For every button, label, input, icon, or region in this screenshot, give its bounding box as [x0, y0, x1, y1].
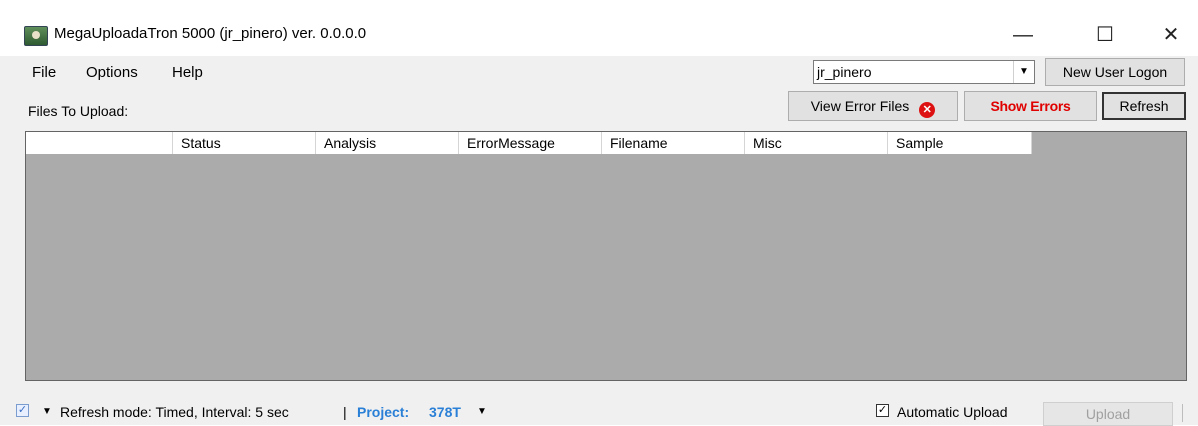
refresh-button[interactable]: Refresh — [1102, 92, 1186, 120]
column-header-sample[interactable]: Sample — [888, 132, 1032, 154]
window-title: MegaUploadaTron 5000 (jr_pinero) ver. 0.… — [54, 25, 367, 42]
refresh-enabled-checkbox[interactable]: ✓ — [16, 404, 29, 417]
close-button[interactable]: ✕ — [1148, 20, 1194, 50]
menu-bar: File Options Help — [0, 58, 770, 88]
user-select[interactable]: jr_pinero ▼ — [813, 60, 1035, 84]
grid-header: Status Analysis ErrorMessage Filename Mi… — [26, 132, 1032, 154]
menu-help[interactable]: Help — [172, 64, 203, 81]
automatic-upload-checkbox[interactable]: ✓ — [876, 404, 889, 417]
refresh-mode-dropdown-icon[interactable]: ▼ — [42, 406, 52, 417]
column-header-analysis[interactable]: Analysis — [316, 132, 459, 154]
project-dropdown-icon[interactable]: ▼ — [477, 406, 487, 417]
upload-button[interactable]: Upload — [1043, 402, 1173, 426]
status-bar: ✓ ▼ Refresh mode: Timed, Interval: 5 sec… — [0, 395, 1198, 425]
automatic-upload-label[interactable]: Automatic Upload — [897, 404, 1008, 420]
menu-options[interactable]: Options — [86, 64, 138, 81]
column-header-misc[interactable]: Misc — [745, 132, 888, 154]
user-select-value: jr_pinero — [817, 64, 872, 80]
application-window: MegaUploadaTron 5000 (jr_pinero) ver. 0.… — [0, 0, 1198, 426]
column-header-status[interactable]: Status — [173, 132, 316, 154]
project-value[interactable]: 378T — [429, 404, 461, 420]
chevron-down-icon[interactable]: ▼ — [1013, 61, 1034, 83]
project-label: Project: — [357, 404, 410, 420]
app-icon — [24, 26, 48, 46]
new-user-logon-button[interactable]: New User Logon — [1045, 58, 1185, 86]
refresh-mode-text[interactable]: Refresh mode: Timed, Interval: 5 sec — [60, 404, 289, 420]
column-header-select[interactable] — [26, 132, 173, 154]
view-error-files-button[interactable]: View Error Files ✕ — [788, 91, 958, 121]
title-bar: MegaUploadaTron 5000 (jr_pinero) ver. 0.… — [0, 0, 1198, 56]
view-error-files-label: View Error Files — [810, 98, 910, 114]
maximize-button[interactable]: ☐ — [1082, 20, 1128, 50]
resize-grip-icon[interactable] — [1182, 404, 1195, 422]
show-errors-button[interactable]: Show Errors — [964, 91, 1097, 121]
minimize-button[interactable]: — — [1000, 20, 1046, 50]
column-header-filename[interactable]: Filename — [602, 132, 745, 154]
files-to-upload-label: Files To Upload: — [28, 103, 129, 119]
files-grid[interactable]: Status Analysis ErrorMessage Filename Mi… — [25, 131, 1187, 381]
menu-file[interactable]: File — [32, 64, 56, 81]
status-separator: | — [343, 404, 347, 420]
column-header-errormessage[interactable]: ErrorMessage — [459, 132, 602, 154]
error-icon: ✕ — [919, 102, 936, 118]
